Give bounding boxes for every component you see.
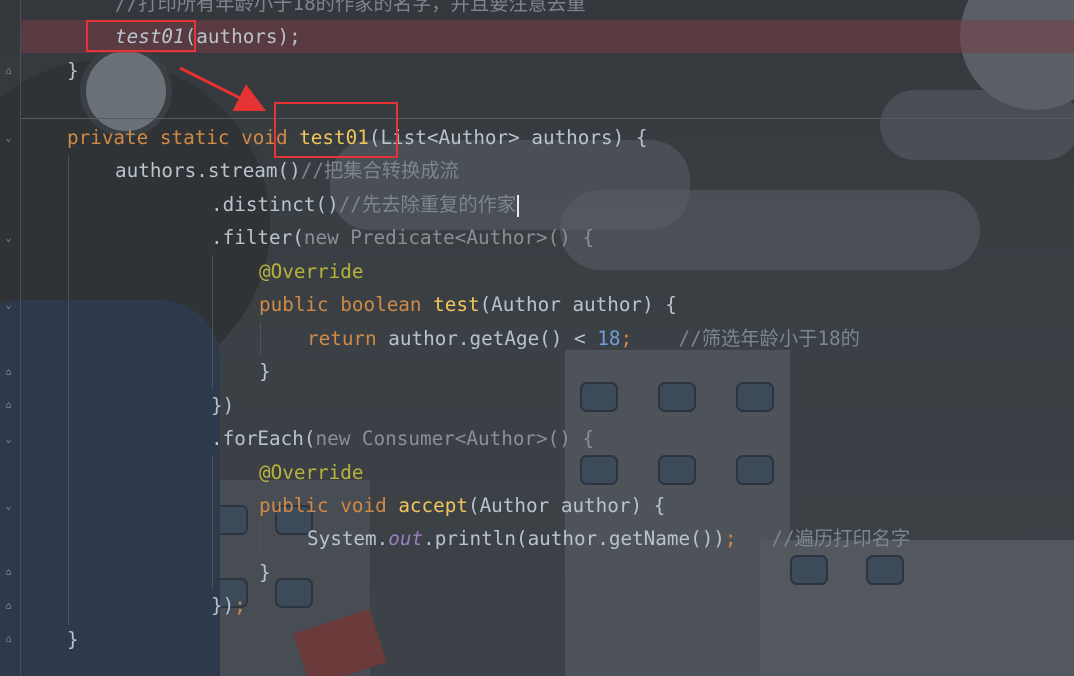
annotation-arrow-icon	[179, 66, 267, 112]
